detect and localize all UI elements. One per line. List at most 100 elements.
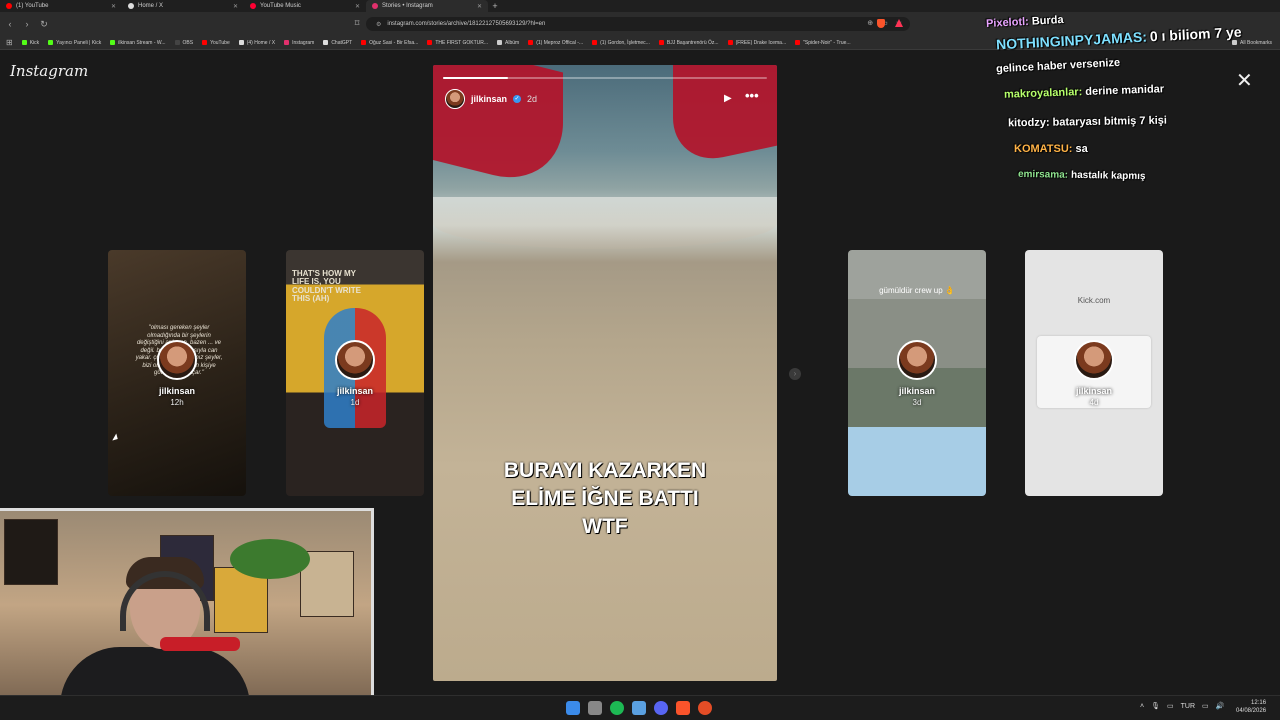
story-header: jilkinsan ✓ 2d [445,89,537,109]
bookmark-item[interactable]: Instagram [284,40,314,46]
bookmark-item[interactable]: (1) Meproz Offical -... [528,40,583,46]
bookmark-page-icon[interactable]: ⌑ [350,18,364,29]
avatar [157,340,197,380]
chat-message: emirsama: hastalık kapmış [1018,169,1146,182]
bookmark-folder[interactable]: Albüm [497,40,519,46]
chat-nick: NOTHINGINPYJAMAS: [995,28,1148,53]
story-preview-card[interactable]: Kick.com jilkinsan 4d [1025,250,1163,496]
play-icon[interactable]: ▶ [724,93,732,104]
bookmark-favicon [727,40,733,45]
umbrella-left [433,65,563,193]
sea-wave [433,197,777,249]
bookmark-favicon [284,40,290,45]
bookmark-label: ChatGPT [331,39,353,46]
tab-youtube-music[interactable]: YouTube Music ✕ [244,0,366,12]
reload-icon[interactable]: ↻ [37,19,51,30]
tab-instagram-stories[interactable]: Stories • Instagram ✕ [366,0,488,12]
story-preview-time: 4d [1089,398,1099,407]
instagram-logo[interactable]: Instagram [10,62,88,80]
windows-taskbar: ˄ 🎙 ▭ TUR ▭ 🔊 12:16 04/08/2026 [0,695,1280,720]
next-story-chevron-icon[interactable]: › [789,368,801,380]
bookmark-label: Kick [29,39,40,46]
tab-youtube[interactable]: (1) YouTube ✕ [0,0,122,12]
story-username[interactable]: jilkinsan [471,94,507,104]
close-tab-icon[interactable]: ✕ [477,3,482,10]
bookmark-label: YouTube [210,39,230,46]
story-preview-card[interactable]: gümüldür crew up 👌 jilkinsan 3d [848,250,986,496]
umbrella-right [673,65,777,168]
chat-message: makroyalanlar: derine manidar [1004,83,1164,101]
bookmark-item[interactable]: "Spider-Noir" - True... [795,40,851,46]
apps-grid-icon[interactable]: ⊞ [6,38,13,47]
bookmark-item[interactable]: YouTube [202,40,230,46]
bookmark-label: Albüm [505,39,520,46]
bookmark-favicon [361,40,367,45]
story-caption: BURAYI KAZARKEN ELİME İĞNE BATTI WTF [475,457,735,541]
brave-shield-icon[interactable] [877,19,885,28]
bookmark-item[interactable]: Oğuz Sasi - Bir Efsa... [361,40,418,46]
file-explorer-icon[interactable] [588,701,602,715]
app-icon[interactable] [698,701,712,715]
chat-nick: emirsama: [1017,168,1069,181]
forward-icon[interactable]: › [20,19,34,29]
clock-date: 04/08/2026 [1236,707,1267,714]
close-tab-icon[interactable]: ✕ [355,3,360,10]
bookmark-item[interactable]: ChatGPT [323,40,352,46]
language-indicator[interactable]: TUR [1181,703,1195,710]
taskbar-clock[interactable]: 12:16 04/08/2026 [1236,700,1266,716]
caption-line: ELİME İĞNE BATTI [511,486,699,510]
bookmark-item[interactable]: (4) Home / X [238,39,276,46]
story-preview-time: 1d [350,398,360,407]
brave-browser-icon[interactable] [676,701,690,715]
bookmark-label: OBS [182,39,194,46]
close-tab-icon[interactable]: ✕ [233,3,238,10]
story-preview-quote: THAT'S HOW MY LIFE IS, YOU COULDN'T WRIT… [292,269,362,304]
bookmark-item[interactable]: ilkinsan Stream - W... [110,40,166,46]
bookmark-item[interactable]: (FREE) Drake Icema... [727,40,786,46]
url-field[interactable]: ⚙ instagram.com/stories/archive/18122127… [366,17,910,31]
avatar[interactable] [445,89,465,109]
close-tab-icon[interactable]: ✕ [111,3,116,10]
url-text: instagram.com/stories/archive/1812212750… [387,21,546,27]
network-icon[interactable]: ▭ [1202,702,1209,710]
bookmark-item[interactable]: BJJ Başantrenörü Öz... [658,40,719,46]
mic-icon[interactable]: 🎙 [1151,702,1160,710]
bookmark-label: (4) Home / X [246,39,276,46]
spotify-icon[interactable] [610,701,624,715]
tab-label: YouTube Music [260,3,301,9]
chat-text: hastalık kapmış [1070,169,1146,183]
display-icon[interactable]: ▭ [1167,702,1174,710]
bookmark-label: (1) Gordon, İşletmec... [600,39,650,46]
chevron-up-icon[interactable]: ˄ [1140,703,1144,710]
story-preview-time: 3d [912,398,922,407]
bookmark-item[interactable]: THE FIRST GOKTUR... [427,40,488,46]
taskbar-apps [566,701,712,715]
active-story[interactable]: jilkinsan ✓ 2d ▶ ••• BURAYI KAZARKEN ELİ… [433,65,777,681]
site-info-icon[interactable]: ⚙ [376,21,381,28]
bookmark-item[interactable]: Yayıncı Paneli | Kick [48,40,101,46]
verified-badge-icon: ✓ [513,95,522,103]
volume-icon[interactable]: 🔊 [1216,702,1225,710]
tab-x-home[interactable]: Home / X ✕ [122,0,244,12]
clock-time: 12:16 [1251,700,1267,706]
brave-rewards-icon[interactable] [895,19,903,27]
back-icon[interactable]: ‹ [3,19,17,29]
bookmark-item[interactable]: (1) Gordon, İşletmec... [592,40,650,46]
story-preview-card[interactable]: "olması gereken şeyler olmadığında bir ş… [108,250,246,496]
windows-start-icon[interactable] [566,701,580,715]
story-preview-card[interactable]: THAT'S HOW MY LIFE IS, YOU COULDN'T WRIT… [286,250,424,496]
zoom-icon[interactable]: ⊕ [867,19,873,27]
bookmark-favicon [110,40,116,45]
story-preview-username: jilkinsan [336,386,373,396]
steam-icon[interactable] [632,701,646,715]
discord-icon[interactable] [654,701,668,715]
bookmark-item[interactable]: OBS [174,39,194,46]
bookmark-label: Yayıncı Paneli | Kick [56,39,102,46]
youtube-music-icon [250,3,256,9]
bookmark-favicon [592,40,598,45]
bookmark-favicon [658,40,664,45]
new-tab-button[interactable]: + [488,1,502,11]
bookmark-item[interactable]: Kick [21,39,40,46]
more-options-icon[interactable]: ••• [745,88,759,103]
tab-label: Stories • Instagram [382,3,433,9]
